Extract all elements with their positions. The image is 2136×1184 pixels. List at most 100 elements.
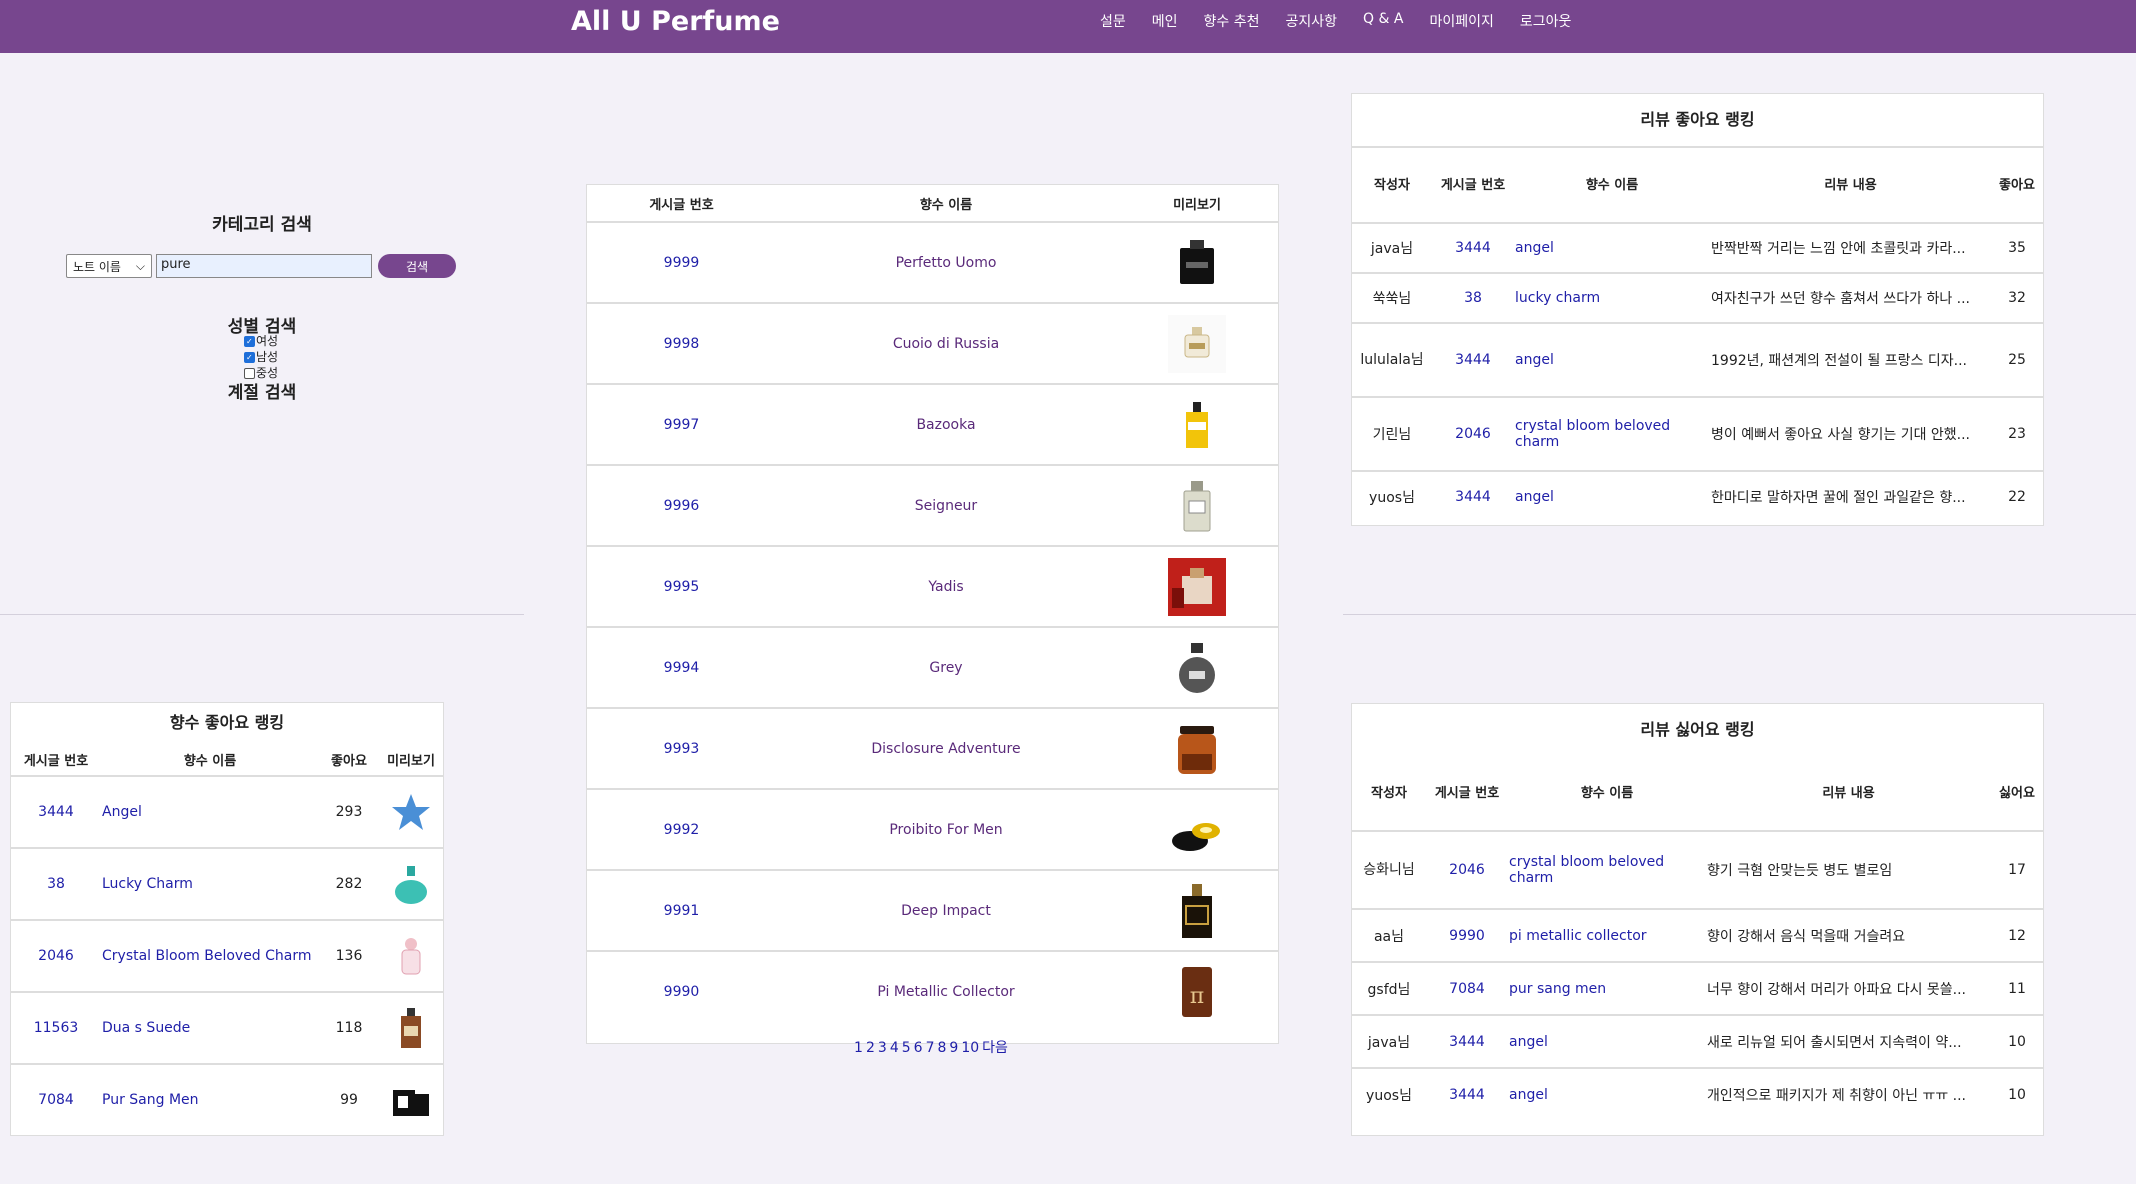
perfume-ranking-row[interactable]: 11563 Dua s Suede 118 <box>11 991 443 1064</box>
board-row-no[interactable]: 9995 <box>664 579 700 595</box>
page-link[interactable]: 9 <box>949 1040 958 1056</box>
page-next-link[interactable]: 다음 <box>982 1040 1008 1056</box>
perfume-ranking-row[interactable]: 2046 Crystal Bloom Beloved Charm 136 <box>11 919 443 992</box>
board-row[interactable]: 9991 Deep Impact <box>587 869 1278 951</box>
row-no[interactable]: 2046 <box>1449 862 1485 878</box>
board-row[interactable]: 9999 Perfetto Uomo <box>587 221 1278 303</box>
nav-main[interactable]: 메인 <box>1152 11 1178 31</box>
page-link[interactable]: 2 <box>866 1040 875 1056</box>
page-link[interactable]: 1 <box>854 1040 863 1056</box>
page-link[interactable]: 7 <box>926 1040 935 1056</box>
nav-logout[interactable]: 로그아웃 <box>1520 11 1572 31</box>
board-row-no[interactable]: 9997 <box>664 417 700 433</box>
page-link[interactable]: 4 <box>890 1040 899 1056</box>
row-name[interactable]: Lucky Charm <box>102 876 193 892</box>
perfume-thumbnail[interactable] <box>389 1078 433 1122</box>
row-name[interactable]: Dua s Suede <box>102 1020 190 1036</box>
checkbox-female[interactable] <box>244 334 255 350</box>
row-no[interactable]: 38 <box>47 876 65 892</box>
board-row[interactable]: 9992 Proibito For Men <box>587 788 1278 870</box>
row-no[interactable]: 3444 <box>1455 352 1491 368</box>
review-like-row[interactable]: 기린님 2046 crystal bloom beloved charm 병이 … <box>1352 396 2043 471</box>
review-dislike-row[interactable]: gsfd님 7084 pur sang men 너무 향이 강해서 머리가 아파… <box>1352 961 2043 1015</box>
page-link[interactable]: 10 <box>961 1040 979 1056</box>
row-no[interactable]: 3444 <box>1455 489 1491 505</box>
search-input[interactable]: pure <box>156 254 372 278</box>
perfume-thumbnail[interactable] <box>1168 557 1226 616</box>
row-no[interactable]: 7084 <box>1449 981 1485 997</box>
board-row-no[interactable]: 9994 <box>664 660 700 676</box>
row-no[interactable]: 3444 <box>1449 1087 1485 1103</box>
board-row-name[interactable]: Seigneur <box>915 498 977 514</box>
review-dislike-row[interactable]: 승화니님 2046 crystal bloom beloved charm 향기… <box>1352 830 2043 909</box>
row-name[interactable]: angel <box>1509 1034 1548 1050</box>
row-name[interactable]: angel <box>1509 1087 1548 1103</box>
board-row[interactable]: 9996 Seigneur <box>587 464 1278 546</box>
board-row-no[interactable]: 9991 <box>664 903 700 919</box>
perfume-thumbnail[interactable] <box>1168 314 1226 373</box>
board-row[interactable]: 9993 Disclosure Adventure <box>587 707 1278 789</box>
board-row-no[interactable]: 9999 <box>664 255 700 271</box>
board-row[interactable]: 9990 Pi Metallic Collector π <box>587 950 1278 1031</box>
perfume-thumbnail[interactable] <box>389 1006 433 1050</box>
brand-logo[interactable]: All U Perfume <box>571 6 780 37</box>
row-no[interactable]: 2046 <box>1455 426 1491 442</box>
board-row-name[interactable]: Grey <box>929 660 962 676</box>
perfume-thumbnail[interactable] <box>1168 719 1226 778</box>
review-like-row[interactable]: yuos님 3444 angel 한마디로 말하자면 꿀에 절인 과일같은 향.… <box>1352 470 2043 521</box>
row-name[interactable]: Pur Sang Men <box>102 1092 199 1108</box>
perfume-ranking-row[interactable]: 3444 Angel 293 <box>11 775 443 848</box>
row-content[interactable]: 향기 극혐 안맞는듯 병도 별로임 <box>1707 860 1969 880</box>
board-row[interactable]: 9995 Yadis <box>587 545 1278 627</box>
row-no[interactable]: 3444 <box>1449 1034 1485 1050</box>
perfume-thumbnail[interactable] <box>389 862 433 906</box>
board-row-name[interactable]: Bazooka <box>916 417 975 433</box>
board-row-no[interactable]: 9992 <box>664 822 700 838</box>
review-dislike-row[interactable]: yuos님 3444 angel 개인적으로 패키지가 제 취향이 아닌 ㅠㅠ … <box>1352 1067 2043 1121</box>
page-link[interactable]: 5 <box>902 1040 911 1056</box>
category-select[interactable]: 노트 이름 ⌵ <box>66 254 152 278</box>
board-row[interactable]: 9997 Bazooka <box>587 383 1278 465</box>
board-row-name[interactable]: Disclosure Adventure <box>871 741 1020 757</box>
row-name[interactable]: angel <box>1515 352 1554 368</box>
row-content[interactable]: 한마디로 말하자면 꿀에 절인 과일같은 향... <box>1711 487 1973 507</box>
row-no[interactable]: 11563 <box>34 1020 79 1036</box>
nav-survey[interactable]: 설문 <box>1100 11 1126 31</box>
board-row-no[interactable]: 9996 <box>664 498 700 514</box>
page-link[interactable]: 3 <box>878 1040 887 1056</box>
board-row-no[interactable]: 9998 <box>664 336 700 352</box>
row-content[interactable]: 새로 리뉴얼 되어 출시되면서 지속력이 약... <box>1707 1032 1969 1052</box>
perfume-ranking-row[interactable]: 7084 Pur Sang Men 99 <box>11 1063 443 1135</box>
row-no[interactable]: 2046 <box>38 948 74 964</box>
nav-notice[interactable]: 공지사항 <box>1286 11 1338 31</box>
row-content[interactable]: 개인적으로 패키지가 제 취향이 아닌 ㅠㅠ ... <box>1707 1085 1969 1105</box>
board-row-name[interactable]: Perfetto Uomo <box>896 255 997 271</box>
review-like-row[interactable]: java님 3444 angel 반짝반짝 거리는 느낌 안에 초콜릿과 카라.… <box>1352 222 2043 273</box>
row-name[interactable]: crystal bloom beloved charm <box>1515 418 1670 450</box>
row-content[interactable]: 여자친구가 쓰던 향수 훔쳐서 쓰다가 하나 ... <box>1711 288 1973 308</box>
board-row-name[interactable]: Cuoio di Russia <box>893 336 999 352</box>
row-no[interactable]: 3444 <box>1455 240 1491 256</box>
perfume-thumbnail[interactable] <box>1168 881 1226 940</box>
nav-mypage[interactable]: 마이페이지 <box>1429 11 1493 31</box>
row-content[interactable]: 반짝반짝 거리는 느낌 안에 초콜릿과 카라... <box>1711 238 1973 258</box>
board-row-no[interactable]: 9990 <box>664 984 700 1000</box>
perfume-thumbnail[interactable] <box>1168 233 1226 292</box>
row-name[interactable]: pi metallic collector <box>1509 928 1647 944</box>
page-link[interactable]: 6 <box>914 1040 923 1056</box>
board-row-name[interactable]: Proibito For Men <box>889 822 1002 838</box>
board-row[interactable]: 9994 Grey <box>587 626 1278 708</box>
review-like-row[interactable]: 쑥쑥님 38 lucky charm 여자친구가 쓰던 향수 훔쳐서 쓰다가 하… <box>1352 272 2043 323</box>
row-no[interactable]: 38 <box>1464 290 1482 306</box>
row-name[interactable]: lucky charm <box>1515 290 1600 306</box>
row-name[interactable]: Crystal Bloom Beloved Charm <box>102 948 312 964</box>
review-dislike-row[interactable]: java님 3444 angel 새로 리뉴얼 되어 출시되면서 지속력이 약.… <box>1352 1014 2043 1068</box>
row-no[interactable]: 7084 <box>38 1092 74 1108</box>
perfume-thumbnail[interactable] <box>389 790 433 834</box>
board-row-name[interactable]: Pi Metallic Collector <box>877 984 1014 1000</box>
row-no[interactable]: 9990 <box>1449 928 1485 944</box>
board-row-name[interactable]: Yadis <box>928 579 963 595</box>
gender-female-option[interactable]: 여성 <box>244 333 278 350</box>
perfume-thumbnail[interactable] <box>1168 395 1226 454</box>
page-link[interactable]: 8 <box>938 1040 947 1056</box>
